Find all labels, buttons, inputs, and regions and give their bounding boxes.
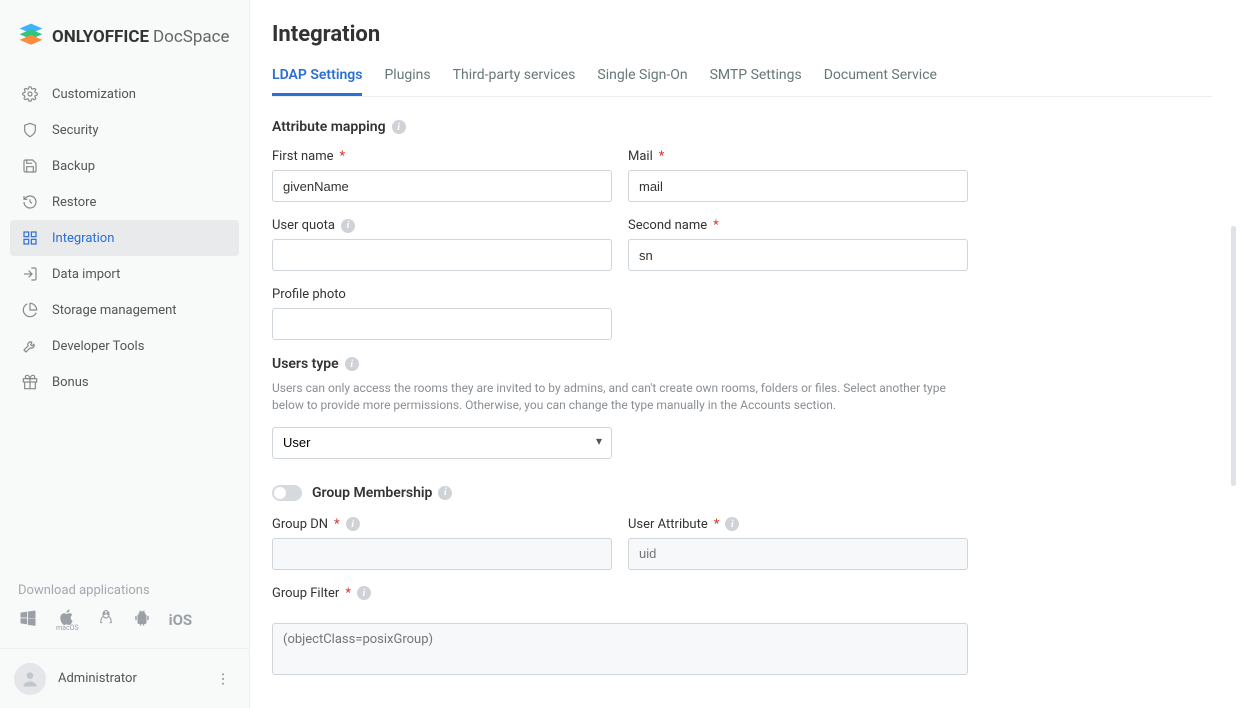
input-user-quota[interactable]	[272, 239, 612, 271]
info-icon[interactable]: i	[345, 357, 359, 371]
info-icon[interactable]: i	[438, 486, 452, 500]
sidebar-item-dev-tools[interactable]: Developer Tools	[10, 328, 239, 364]
input-user-attribute	[628, 538, 968, 570]
input-second-name[interactable]	[628, 239, 968, 271]
info-icon[interactable]: i	[725, 517, 739, 531]
main-content: Integration LDAP Settings Plugins Third-…	[250, 0, 1240, 708]
sidebar-item-label: Developer Tools	[52, 339, 144, 354]
tab-document-service[interactable]: Document Service	[824, 67, 937, 96]
sidebar-item-security[interactable]: Security	[10, 112, 239, 148]
integration-icon	[20, 230, 40, 246]
input-group-dn	[272, 538, 612, 570]
sidebar-item-data-import[interactable]: Data import	[10, 256, 239, 292]
sidebar-item-bonus[interactable]: Bonus	[10, 364, 239, 400]
brand: ONLYOFFICE DocSpace	[0, 0, 249, 76]
shield-icon	[20, 122, 40, 138]
profile-name: Administrator	[58, 671, 199, 686]
label-user-attribute: User Attribute * i	[628, 517, 968, 532]
info-icon[interactable]: i	[341, 219, 355, 233]
restore-icon	[20, 194, 40, 210]
download-applications-title: Download applications	[18, 583, 231, 598]
scrollbar[interactable]	[1231, 226, 1236, 486]
sidebar-item-label: Integration	[52, 231, 114, 246]
required-star: *	[713, 218, 719, 233]
tab-third-party-services[interactable]: Third-party services	[453, 67, 576, 96]
page-title: Integration	[272, 22, 1212, 47]
section-users-type-heading: Users type i	[272, 356, 1212, 372]
sidebar-item-customization[interactable]: Customization	[10, 76, 239, 112]
select-users-type[interactable]: User	[272, 427, 612, 459]
users-type-helper: Users can only access the rooms they are…	[272, 380, 972, 415]
info-icon[interactable]: i	[357, 586, 371, 600]
gear-icon	[20, 86, 40, 102]
profile-menu-button[interactable]	[211, 667, 235, 691]
label-profile-photo: Profile photo	[272, 287, 612, 302]
required-star: *	[714, 517, 720, 532]
input-group-filter	[272, 623, 968, 675]
brand-subname: DocSpace	[153, 27, 230, 47]
sidebar-item-label: Data import	[52, 267, 120, 282]
save-icon	[20, 158, 40, 174]
tools-icon	[20, 338, 40, 354]
brand-logo-icon	[18, 22, 44, 52]
sidebar-item-storage[interactable]: Storage management	[10, 292, 239, 328]
input-first-name[interactable]	[272, 170, 612, 202]
info-icon[interactable]: i	[392, 120, 406, 134]
select-users-type-native[interactable]: User	[272, 427, 612, 459]
ios-icon[interactable]: iOS	[169, 611, 193, 629]
group-membership-row: Group Membership i	[272, 485, 1212, 501]
label-second-name: Second name *	[628, 218, 968, 233]
sidebar-item-label: Storage management	[52, 303, 177, 318]
android-icon[interactable]	[133, 609, 151, 631]
sidebar-item-label: Customization	[52, 87, 136, 102]
import-icon	[20, 266, 40, 282]
macos-icon[interactable]: macOS	[56, 609, 79, 632]
windows-icon[interactable]	[18, 608, 38, 632]
download-applications: Download applications macOS iOS	[0, 583, 249, 648]
label-user-quota: User quota i	[272, 218, 612, 233]
pie-icon	[20, 302, 40, 318]
required-star: *	[334, 517, 340, 532]
label-mail: Mail *	[628, 149, 968, 164]
section-attribute-mapping-heading: Attribute mapping i	[272, 119, 1212, 135]
tab-single-sign-on[interactable]: Single Sign-On	[597, 67, 687, 96]
profile-bar: Administrator	[0, 648, 249, 708]
label-group-membership: Group Membership i	[312, 485, 452, 501]
sidebar-item-backup[interactable]: Backup	[10, 148, 239, 184]
sidebar: ONLYOFFICE DocSpace Customization Securi…	[0, 0, 250, 708]
input-mail[interactable]	[628, 170, 968, 202]
required-star: *	[659, 149, 665, 164]
info-icon[interactable]: i	[346, 517, 360, 531]
input-profile-photo[interactable]	[272, 308, 612, 340]
tab-plugins[interactable]: Plugins	[384, 67, 430, 96]
sidebar-item-label: Backup	[52, 159, 95, 174]
sidebar-item-restore[interactable]: Restore	[10, 184, 239, 220]
linux-icon[interactable]	[97, 609, 115, 631]
gift-icon	[20, 374, 40, 390]
tab-smtp-settings[interactable]: SMTP Settings	[710, 67, 802, 96]
nav: Customization Security Backup Restore In…	[0, 76, 249, 583]
brand-name: ONLYOFFICE	[52, 27, 149, 47]
sidebar-item-label: Bonus	[52, 375, 89, 390]
avatar[interactable]	[14, 663, 46, 695]
label-first-name: First name *	[272, 149, 612, 164]
sidebar-item-integration[interactable]: Integration	[10, 220, 239, 256]
sidebar-item-label: Security	[52, 123, 99, 138]
sidebar-item-label: Restore	[52, 195, 96, 210]
label-group-filter: Group Filter * i	[272, 586, 1212, 601]
tab-ldap-settings[interactable]: LDAP Settings	[272, 67, 362, 96]
label-group-dn: Group DN * i	[272, 517, 612, 532]
toggle-group-membership[interactable]	[272, 485, 302, 501]
required-star: *	[339, 149, 345, 164]
required-star: *	[345, 586, 351, 601]
tabs: LDAP Settings Plugins Third-party servic…	[272, 67, 1212, 97]
